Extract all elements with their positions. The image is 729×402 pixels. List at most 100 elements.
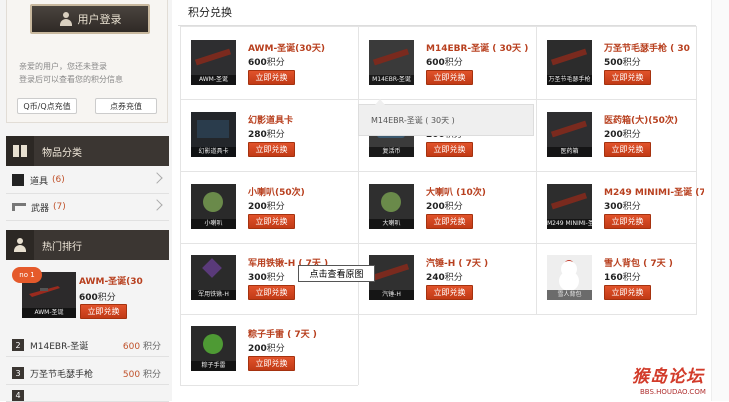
site-watermark: 猴岛论坛 BBS.HOUDAO.COM — [626, 362, 726, 400]
item-name[interactable]: 小喇叭(50次) — [248, 185, 358, 198]
grid-line — [180, 26, 181, 385]
price-value: 200 — [248, 344, 267, 354]
rifle-icon — [372, 48, 410, 66]
item-price: 600积分 — [248, 55, 285, 68]
item-price: 160积分 — [604, 270, 641, 283]
grid-line — [180, 314, 697, 315]
item-name[interactable]: 雪人背包 ( 7天 ) — [604, 256, 704, 269]
redeem-button[interactable]: 立即兑换 — [604, 70, 651, 85]
price-value: 280 — [248, 130, 267, 140]
thumb-caption: M14EBR-圣诞 — [369, 75, 414, 85]
snowman-icon — [561, 261, 577, 277]
item-name[interactable]: AWM-圣诞(30天) — [248, 41, 358, 54]
item-thumbnail[interactable]: M249 MINIMI-圣诞 — [547, 184, 592, 229]
item-price: 200积分 — [248, 199, 285, 212]
price-unit: 积分 — [444, 202, 463, 212]
item-name[interactable]: 医药箱(大)(50次) — [604, 113, 704, 126]
props-icon — [12, 174, 24, 186]
rank-row[interactable]: 4 — [6, 390, 169, 402]
item-thumbnail[interactable]: 雪人背包 — [547, 255, 592, 300]
category-item-props[interactable]: 道具 (6) — [6, 167, 169, 194]
item-thumbnail[interactable]: 大喇叭 — [369, 184, 414, 229]
loudspeaker-icon — [381, 192, 401, 212]
redeem-button[interactable]: 立即兑换 — [248, 285, 295, 300]
scrollbar[interactable] — [711, 0, 729, 401]
thumb-caption: 万圣节毛瑟手枪 — [547, 75, 592, 85]
price-unit: 积分 — [266, 202, 285, 212]
redeem-button[interactable]: 立即兑换 — [426, 285, 473, 300]
thumb-caption: AWM-圣诞 — [22, 308, 76, 318]
item-name[interactable]: 汽锤-H ( 7天 ) — [426, 256, 536, 269]
user-icon — [59, 12, 73, 26]
price-value: 300 — [604, 202, 623, 212]
rank-top-price: 600积分 — [79, 290, 116, 303]
categories-header: 物品分类 — [6, 136, 169, 166]
redeem-button[interactable]: 立即兑换 — [604, 142, 651, 157]
qb-recharge-button[interactable]: Q币/Q点充值 — [17, 98, 77, 114]
price-unit: 积分 — [622, 130, 641, 140]
item-name[interactable]: 粽子手雷 ( 7天 ) — [248, 327, 358, 340]
redeem-button[interactable]: 立即兑换 — [248, 356, 295, 371]
sniper-rifle-icon — [29, 286, 60, 297]
view-original-button[interactable]: 点击查看原图 — [298, 265, 375, 282]
item-name[interactable]: 大喇叭 (10次) — [426, 185, 536, 198]
redeem-button[interactable]: 立即兑换 — [248, 70, 295, 85]
thumb-caption: M249 MINIMI-圣诞 — [547, 219, 592, 229]
machine-gun-icon — [550, 192, 588, 210]
thumb-caption: 小喇叭 — [191, 219, 236, 229]
rank-name: M14EBR-圣诞 — [30, 341, 89, 352]
login-button[interactable]: 用户登录 — [30, 4, 150, 34]
price-value: 160 — [604, 273, 623, 283]
item-price: 280积分 — [248, 127, 285, 140]
card-icon — [197, 120, 229, 138]
redeem-button[interactable]: 立即兑换 — [426, 142, 473, 157]
item-name[interactable]: M14EBR-圣诞 ( 30天 ) — [426, 41, 536, 54]
rank-row[interactable]: 2 M14EBR-圣诞 600 积分 — [6, 334, 169, 357]
item-thumbnail[interactable]: 粽子手雷 — [191, 326, 236, 371]
rank-top-redeem-button[interactable]: 立即兑换 — [80, 304, 127, 319]
price-value: 600 — [122, 341, 141, 352]
item-thumbnail[interactable]: 幻影道具卡 — [191, 112, 236, 157]
price-unit: 积分 — [266, 344, 285, 354]
item-thumbnail[interactable]: 军用铁锹-H — [191, 255, 236, 300]
item-thumbnail[interactable]: AWM-圣诞 — [191, 40, 236, 85]
item-thumbnail[interactable]: 医药箱 — [547, 112, 592, 157]
item-name[interactable]: 万圣节毛瑟手枪 ( 30 — [604, 41, 704, 54]
login-hint-line-2: 登录后可以查看您的积分信息 — [19, 75, 123, 84]
thumb-caption: 复活币 — [369, 147, 414, 157]
item-thumbnail[interactable]: 汽锤-H — [369, 255, 414, 300]
shovel-icon — [202, 258, 222, 278]
sniper-rifle-icon — [194, 48, 232, 66]
redeem-button[interactable]: 立即兑换 — [604, 285, 651, 300]
redeem-button[interactable]: 立即兑换 — [426, 214, 473, 229]
grid-line — [180, 99, 697, 100]
login-button-label: 用户登录 — [77, 13, 122, 26]
price-unit: 积分 — [266, 273, 285, 283]
redeem-button[interactable]: 立即兑换 — [426, 70, 473, 85]
category-item-weapons[interactable]: 武器 (7) — [6, 194, 169, 221]
grid-line — [180, 171, 697, 172]
item-thumbnail[interactable]: 万圣节毛瑟手枪 — [547, 40, 592, 85]
grid-line — [536, 26, 537, 315]
price-value: 500 — [604, 58, 623, 68]
redeem-button[interactable]: 立即兑换 — [248, 214, 295, 229]
person-icon — [6, 230, 34, 260]
price-unit: 积分 — [266, 58, 285, 68]
item-name[interactable]: 幻影道具卡 — [248, 113, 358, 126]
thumb-caption: 汽锤-H — [369, 290, 414, 300]
rank-row[interactable]: 3 万圣节毛瑟手枪 500 积分 — [6, 362, 169, 385]
item-thumbnail[interactable]: 小喇叭 — [191, 184, 236, 229]
price-unit: 积分 — [444, 273, 463, 283]
card-recharge-button[interactable]: 点券充值 — [95, 98, 157, 114]
item-thumbnail[interactable]: M14EBR-圣诞 — [369, 40, 414, 85]
grid-line — [696, 26, 697, 315]
ranking-header: 热门排行 — [6, 230, 169, 260]
redeem-button[interactable]: 立即兑换 — [604, 214, 651, 229]
price-unit: 积分 — [266, 130, 285, 140]
item-name[interactable]: M249 MINIMI-圣诞 (7 — [604, 185, 704, 198]
redeem-button[interactable]: 立即兑换 — [248, 142, 295, 157]
grid-line — [180, 243, 697, 244]
chevron-right-icon — [151, 172, 163, 184]
hammer-icon — [372, 263, 410, 281]
price-value: 500 — [122, 369, 141, 380]
